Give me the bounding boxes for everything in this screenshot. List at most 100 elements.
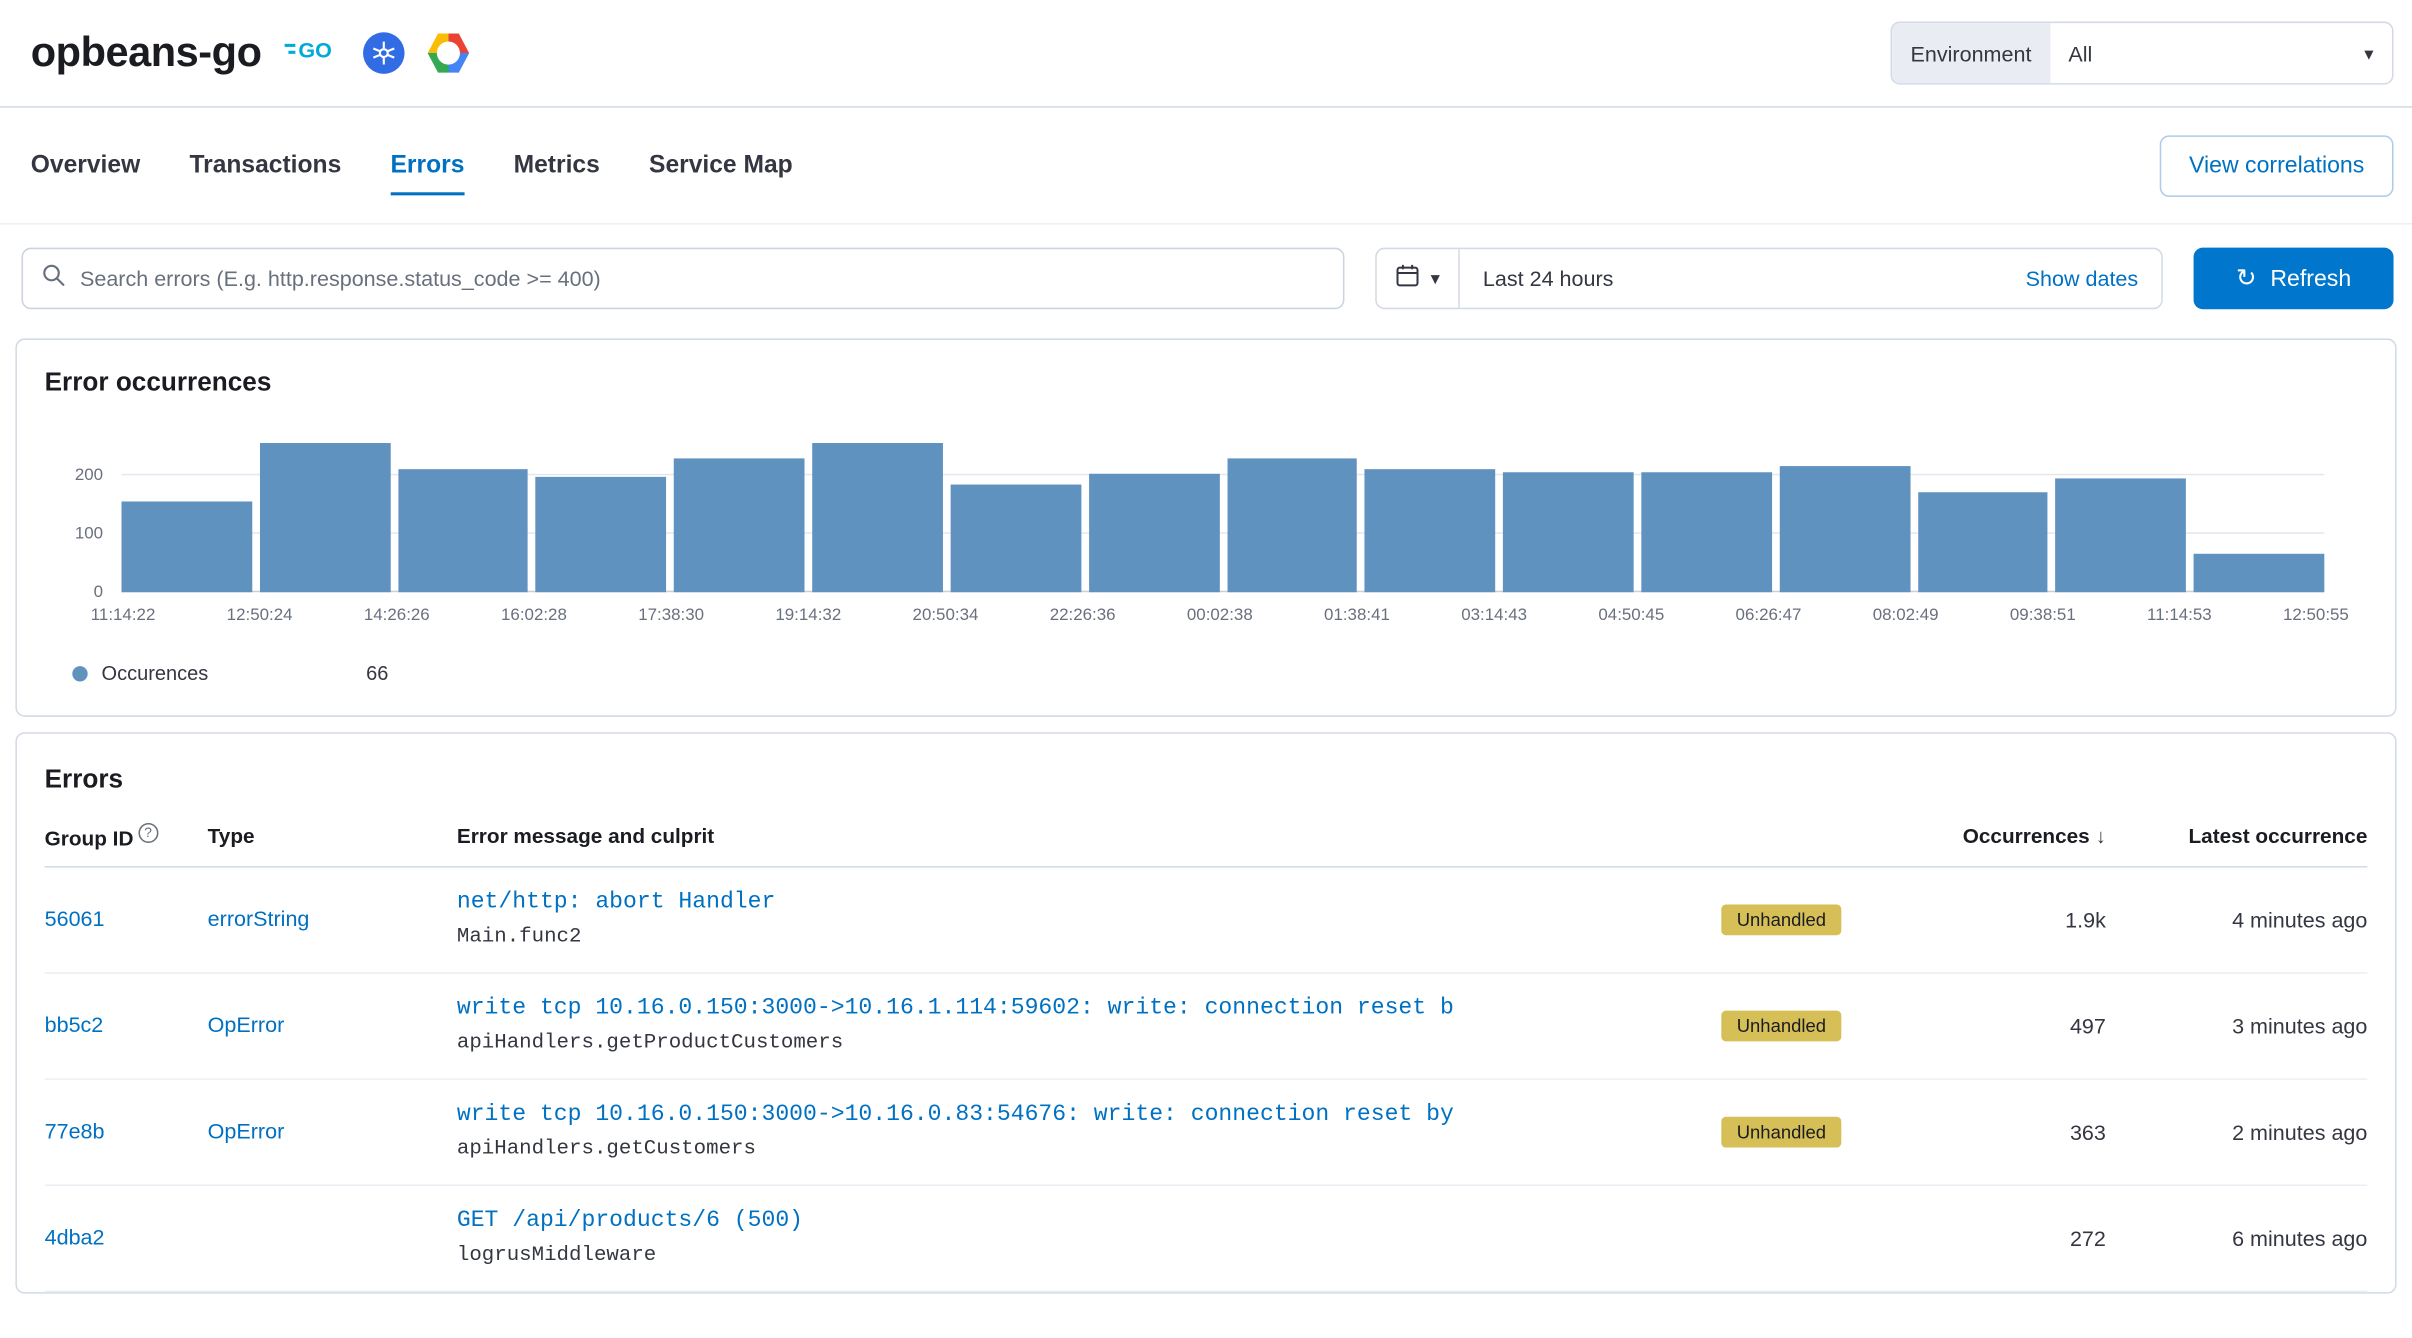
view-correlations-button[interactable]: View correlations xyxy=(2160,135,2394,197)
unhandled-badge: Unhandled xyxy=(1721,1010,1841,1041)
error-message-link[interactable]: net/http: abort Handler xyxy=(457,889,1694,915)
chart-bar[interactable] xyxy=(2056,478,2186,592)
error-culprit: Main.func2 xyxy=(457,926,1694,949)
unhandled-badge: Unhandled xyxy=(1721,904,1841,935)
errors-table-header: Group ID? Type Error message and culprit… xyxy=(45,795,2368,867)
column-header-occurrences[interactable]: Occurrences↓ xyxy=(1937,825,2106,848)
column-header-latest[interactable]: Latest occurrence xyxy=(2106,825,2368,848)
chart-bar[interactable] xyxy=(812,443,942,592)
errors-table-title: Errors xyxy=(45,765,2368,796)
tab-metrics[interactable]: Metrics xyxy=(514,136,600,194)
error-culprit: apiHandlers.getProductCustomers xyxy=(457,1032,1694,1055)
environment-select[interactable]: Environment All ▾ xyxy=(1891,22,2394,85)
top-bar: opbeans-go GO xyxy=(0,0,2412,108)
table-row: 56061 errorString net/http: abort Handler M… xyxy=(45,867,2368,973)
chart-bar[interactable] xyxy=(1641,472,1771,592)
group-id-link[interactable]: bb5c2 xyxy=(45,1011,104,1036)
group-id-link[interactable]: 56061 xyxy=(45,905,105,930)
chart-bar[interactable] xyxy=(260,443,390,592)
table-row: bb5c2 OpError write tcp 10.16.0.150:3000->… xyxy=(45,973,2368,1079)
service-title: opbeans-go xyxy=(31,29,262,77)
chart-bar[interactable] xyxy=(950,485,1080,593)
error-type-link[interactable]: OpError xyxy=(208,1011,285,1036)
y-axis-tick: 100 xyxy=(75,525,103,543)
legend-label: Occurences xyxy=(102,661,353,684)
error-occurrences-chart xyxy=(122,438,2325,592)
date-picker: ▾ Last 24 hours Show dates xyxy=(1375,248,2163,310)
tab-bar: Overview Transactions Errors Metrics Ser… xyxy=(0,108,2412,225)
refresh-button[interactable]: ↻ Refresh xyxy=(2194,248,2394,310)
error-culprit: apiHandlers.getCustomers xyxy=(457,1138,1694,1161)
tab-errors[interactable]: Errors xyxy=(391,136,465,194)
refresh-label: Refresh xyxy=(2270,265,2351,291)
time-range-value[interactable]: Last 24 hours xyxy=(1460,266,2026,291)
chart-legend[interactable]: Occurences 66 xyxy=(45,661,2368,684)
occurrences-value: 1.9k xyxy=(1937,907,2106,932)
error-type-link[interactable]: errorString xyxy=(208,905,310,930)
tab-transactions[interactable]: Transactions xyxy=(189,136,341,194)
x-axis-tick: 09:38:51 xyxy=(2010,606,2076,624)
x-axis-tick: 03:14:43 xyxy=(1461,606,1527,624)
column-header-type[interactable]: Type xyxy=(208,825,457,848)
y-axis-tick: 0 xyxy=(94,583,103,601)
chart-bar[interactable] xyxy=(1227,458,1357,592)
chart-bar[interactable] xyxy=(1503,472,1633,592)
latest-occurrence-value: 2 minutes ago xyxy=(2106,1119,2368,1144)
error-occurrences-panel: Error occurrences 0 100 200 11:14:22 12:50:… xyxy=(15,338,2396,716)
chart-bar[interactable] xyxy=(674,458,804,592)
x-axis-tick: 22:26:36 xyxy=(1050,606,1116,624)
group-id-link[interactable]: 4dba2 xyxy=(45,1224,105,1249)
x-axis-tick: 06:26:47 xyxy=(1736,606,1802,624)
chart-bar[interactable] xyxy=(1779,466,1909,592)
latest-occurrence-value: 6 minutes ago xyxy=(2106,1225,2368,1250)
legend-value: 66 xyxy=(366,661,388,684)
show-dates-link[interactable]: Show dates xyxy=(2026,266,2162,291)
chart-bars xyxy=(122,438,2325,592)
apm-service-errors-page: opbeans-go GO xyxy=(0,0,2412,1338)
x-axis-tick: 12:50:55 xyxy=(2283,606,2349,624)
chart-title: Error occurrences xyxy=(45,368,2368,399)
latest-occurrence-value: 3 minutes ago xyxy=(2106,1013,2368,1038)
chevron-down-icon: ▾ xyxy=(1431,269,1440,287)
error-message-link[interactable]: GET /api/products/6 (500) xyxy=(457,1208,1694,1234)
column-header-message[interactable]: Error message and culprit xyxy=(457,825,1721,848)
table-row: 77e8b OpError write tcp 10.16.0.150:3000->… xyxy=(45,1079,2368,1185)
chart-bar[interactable] xyxy=(536,477,666,592)
x-axis-tick: 12:50:24 xyxy=(227,606,293,624)
chart-bar[interactable] xyxy=(1365,469,1495,592)
group-id-link[interactable]: 77e8b xyxy=(45,1118,105,1143)
x-axis-tick: 08:02:49 xyxy=(1873,606,1939,624)
controls-row: ▾ Last 24 hours Show dates ↻ Refresh xyxy=(0,225,2412,310)
search-input[interactable] xyxy=(80,266,1324,291)
x-axis-tick: 19:14:32 xyxy=(775,606,841,624)
y-axis-tick: 200 xyxy=(75,466,103,484)
tab-overview[interactable]: Overview xyxy=(31,136,140,194)
chart-bar[interactable] xyxy=(2194,554,2324,592)
column-header-group-id[interactable]: Group ID? xyxy=(45,823,208,850)
error-culprit: logrusMiddleware xyxy=(457,1244,1694,1267)
environment-label: Environment xyxy=(1892,23,2050,83)
x-axis-tick: 00:02:38 xyxy=(1187,606,1253,624)
errors-table-body: 56061 errorString net/http: abort Handler M… xyxy=(45,867,2368,1292)
chart-bar[interactable] xyxy=(1918,492,2048,592)
error-message-link[interactable]: write tcp 10.16.0.150:3000->10.16.0.83:5… xyxy=(457,1101,1694,1127)
x-axis-labels: 11:14:2212:50:2414:26:2616:02:2817:38:30… xyxy=(91,606,2349,624)
calendar-icon xyxy=(1395,262,1420,294)
x-axis-tick: 11:14:53 xyxy=(2147,606,2212,624)
environment-value: All xyxy=(2050,41,2364,66)
occurrences-value: 497 xyxy=(1937,1013,2106,1038)
svg-text:GO: GO xyxy=(298,39,331,63)
search-field xyxy=(22,248,1345,310)
error-type-link[interactable]: OpError xyxy=(208,1118,285,1143)
x-axis-tick: 16:02:28 xyxy=(501,606,567,624)
go-agent-icon: GO xyxy=(285,34,340,72)
chart-bar[interactable] xyxy=(122,501,252,592)
chart-bar[interactable] xyxy=(1089,474,1219,592)
x-axis-tick: 11:14:22 xyxy=(91,606,156,624)
unhandled-badge: Unhandled xyxy=(1721,1116,1841,1147)
search-icon xyxy=(42,262,67,294)
calendar-toggle[interactable]: ▾ xyxy=(1377,249,1460,307)
tab-service-map[interactable]: Service Map xyxy=(649,136,793,194)
chart-bar[interactable] xyxy=(398,469,528,592)
error-message-link[interactable]: write tcp 10.16.0.150:3000->10.16.1.114:… xyxy=(457,995,1694,1021)
